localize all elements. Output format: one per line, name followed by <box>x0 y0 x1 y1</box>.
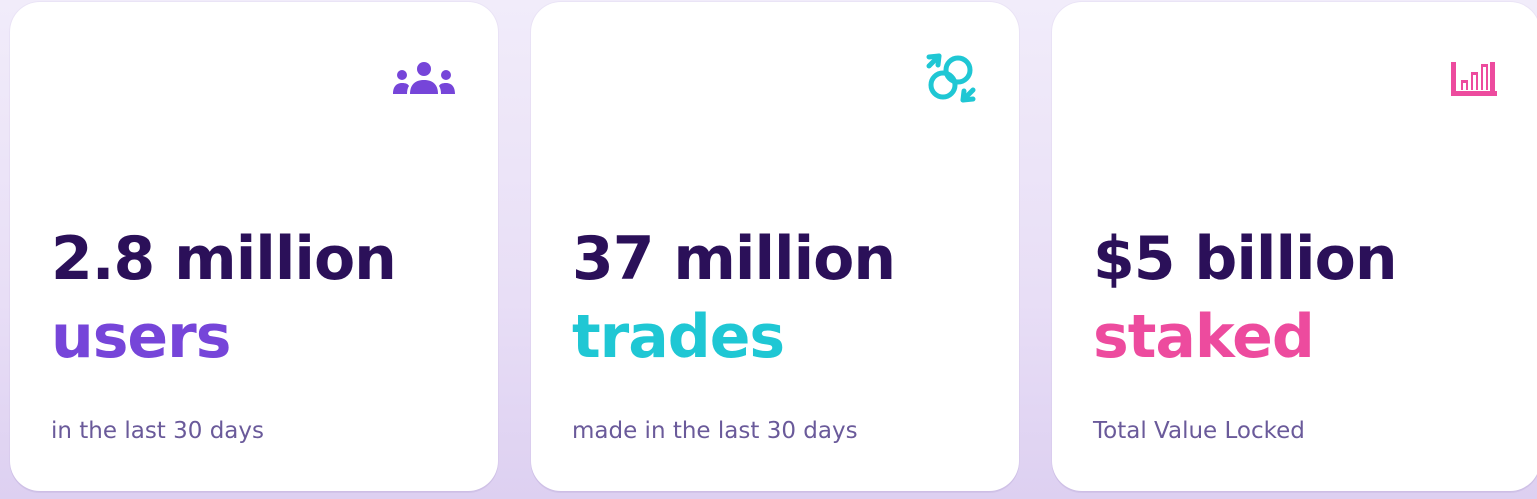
stat-caption: made in the last 30 days <box>572 418 858 444</box>
stat-card-staked: $5 billion staked Total Value Locked <box>1052 2 1537 491</box>
stat-headline: 2.8 million users <box>51 220 397 376</box>
stat-value: 37 million <box>572 224 896 294</box>
users-icon <box>392 50 456 106</box>
stat-headline: 37 million trades <box>572 220 896 376</box>
stat-caption: Total Value Locked <box>1093 418 1305 444</box>
stat-headline: $5 billion staked <box>1093 220 1398 376</box>
stat-card-trades: 37 million trades made in the last 30 da… <box>531 2 1019 491</box>
stat-unit: staked <box>1093 302 1315 372</box>
stat-caption: in the last 30 days <box>51 418 264 444</box>
stat-unit: trades <box>572 302 785 372</box>
chart-icon <box>1434 50 1498 106</box>
stat-value: $5 billion <box>1093 224 1398 294</box>
stat-card-users: 2.8 million users in the last 30 days <box>10 2 498 491</box>
stat-value: 2.8 million <box>51 224 397 294</box>
stat-unit: users <box>51 302 231 372</box>
swap-icon <box>913 50 977 106</box>
